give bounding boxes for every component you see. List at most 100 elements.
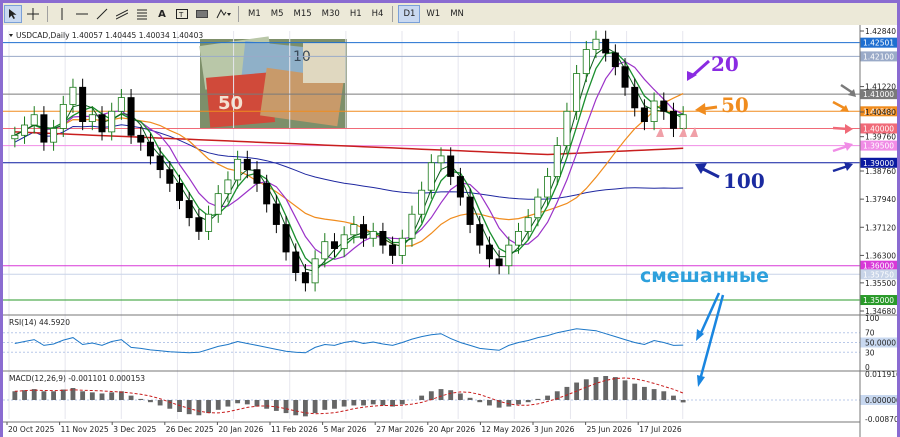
symbol-header: USDCAD,Daily 1.40057 1.40445 1.40034 1.4…: [9, 31, 203, 40]
candle-body: [292, 251, 300, 273]
toolbar-separator: [238, 6, 239, 22]
banknotes-image: 50 10: [199, 36, 347, 129]
candle-body: [611, 52, 619, 68]
ma20-annotation: 20: [711, 52, 739, 76]
date-label: 12 May 2026: [481, 425, 530, 434]
ma20-line: [14, 60, 684, 261]
candle-body: [224, 179, 232, 195]
price-tick-label: 1.38760: [865, 167, 896, 176]
ema-fast-line: [14, 51, 684, 268]
rsi-tick-label: 50.0000: [865, 339, 896, 348]
price-tick-label: 1.36300: [865, 251, 896, 260]
date-label: 27 Mar 2026: [376, 425, 424, 434]
candle-body: [427, 162, 435, 191]
trendline-icon[interactable]: [93, 5, 111, 23]
candle-body: [350, 224, 358, 236]
timeframe-w1[interactable]: W1: [422, 5, 444, 23]
candle-body: [340, 234, 348, 249]
toolbar-separator: [392, 6, 394, 22]
text-tool-icon[interactable]: A: [153, 5, 171, 23]
toolbar-separator: [47, 6, 48, 22]
level-label: 1.42100: [863, 52, 894, 61]
candle-body: [631, 86, 639, 109]
horizontal-line-icon[interactable]: [73, 5, 91, 23]
candle-body: [476, 224, 484, 246]
price-tick-label: 1.37120: [865, 223, 896, 232]
price-tick-label: 1.41220: [865, 83, 896, 92]
macd-tick-label: 0.011916: [865, 370, 897, 379]
cursor-tool-icon[interactable]: [4, 5, 22, 23]
toolbar: A T M1 M5 M15 M30 H1 H4 D1 W1 MN: [3, 3, 897, 26]
price-tick-label: 1.34680: [865, 307, 896, 316]
candle-body: [253, 169, 261, 184]
candle-body: [214, 193, 222, 215]
candle-body: [98, 114, 106, 133]
candle-body: [146, 141, 154, 157]
vertical-line-icon[interactable]: [53, 5, 71, 23]
timeframe-d1[interactable]: D1: [398, 5, 421, 23]
candle-body: [205, 213, 213, 232]
svg-text:T: T: [178, 11, 184, 19]
shapes-dropdown-icon[interactable]: [213, 5, 233, 23]
candle-body: [573, 73, 581, 112]
rsi-tick-label: 70: [865, 329, 875, 338]
date-label: 3 Dec 2025: [113, 425, 156, 434]
candle-body: [418, 189, 426, 215]
candle-body: [369, 230, 377, 239]
date-label: 17 Jul 2026: [639, 425, 682, 434]
candle-body: [437, 155, 445, 164]
candle-body: [40, 114, 48, 143]
candle-body: [69, 86, 77, 105]
candle-body: [505, 244, 513, 267]
candle-body: [379, 230, 387, 246]
candle-body: [466, 196, 474, 225]
candle-body: [456, 176, 464, 198]
macd-tick-label: 0.000000: [865, 396, 897, 405]
chart-area[interactable]: 50 10 1.42501 1.42100 1.41000 1.40500 1.4000…: [3, 25, 897, 437]
timeframe-m1[interactable]: M1: [244, 5, 265, 23]
timeframe-m30[interactable]: M30: [318, 5, 344, 23]
candle-body: [592, 38, 600, 50]
candle-body: [195, 217, 203, 232]
rectangle-icon[interactable]: [193, 5, 211, 23]
candle-body: [408, 213, 416, 239]
ma50-annotation: 50: [721, 93, 749, 117]
date-label: 11 Nov 2025: [61, 425, 109, 434]
candle-body: [243, 158, 251, 171]
timeframe-m15[interactable]: M15: [290, 5, 316, 23]
date-label: 5 Mar 2026: [324, 425, 367, 434]
candle-body: [272, 203, 280, 225]
candle-body: [137, 134, 145, 143]
timeframe-h1[interactable]: H1: [346, 5, 366, 23]
candle-body: [282, 224, 290, 253]
channel-icon[interactable]: [113, 5, 131, 23]
candle-body: [21, 124, 29, 136]
timeframe-mn[interactable]: MN: [446, 5, 468, 23]
candle-body: [108, 110, 116, 133]
price-tick-label: 1.37940: [865, 195, 896, 204]
level-label: 1.39500: [863, 142, 894, 151]
text-label-icon[interactable]: T: [173, 5, 191, 23]
level-label: 1.42501: [863, 39, 894, 48]
candle-body: [11, 134, 19, 140]
chart-canvas[interactable]: 50 10 1.425011.421001.410001.405001.4000…: [3, 25, 897, 437]
candle-body: [301, 272, 309, 284]
mixed-annotation: смешанные: [640, 265, 769, 287]
candle-body: [679, 114, 687, 129]
price-tick-label: 1.39760: [865, 133, 896, 142]
candle-body: [553, 145, 561, 177]
crosshair-icon[interactable]: [24, 5, 42, 23]
level-label: 1.35000: [863, 296, 894, 305]
candle-body: [176, 182, 183, 201]
timeframe-m5[interactable]: M5: [267, 5, 288, 23]
candle-body: [524, 217, 532, 232]
date-label: 20 Jan 2026: [218, 425, 263, 434]
timeframe-h4[interactable]: H4: [368, 5, 388, 23]
candle-body: [185, 200, 193, 219]
date-label: 20 Apr 2026: [429, 425, 476, 434]
candle-body: [234, 158, 242, 181]
ema-slow-line: [14, 46, 684, 272]
candle-body: [263, 182, 271, 205]
fibonacci-icon[interactable]: [133, 5, 151, 23]
candle-body: [602, 38, 610, 54]
